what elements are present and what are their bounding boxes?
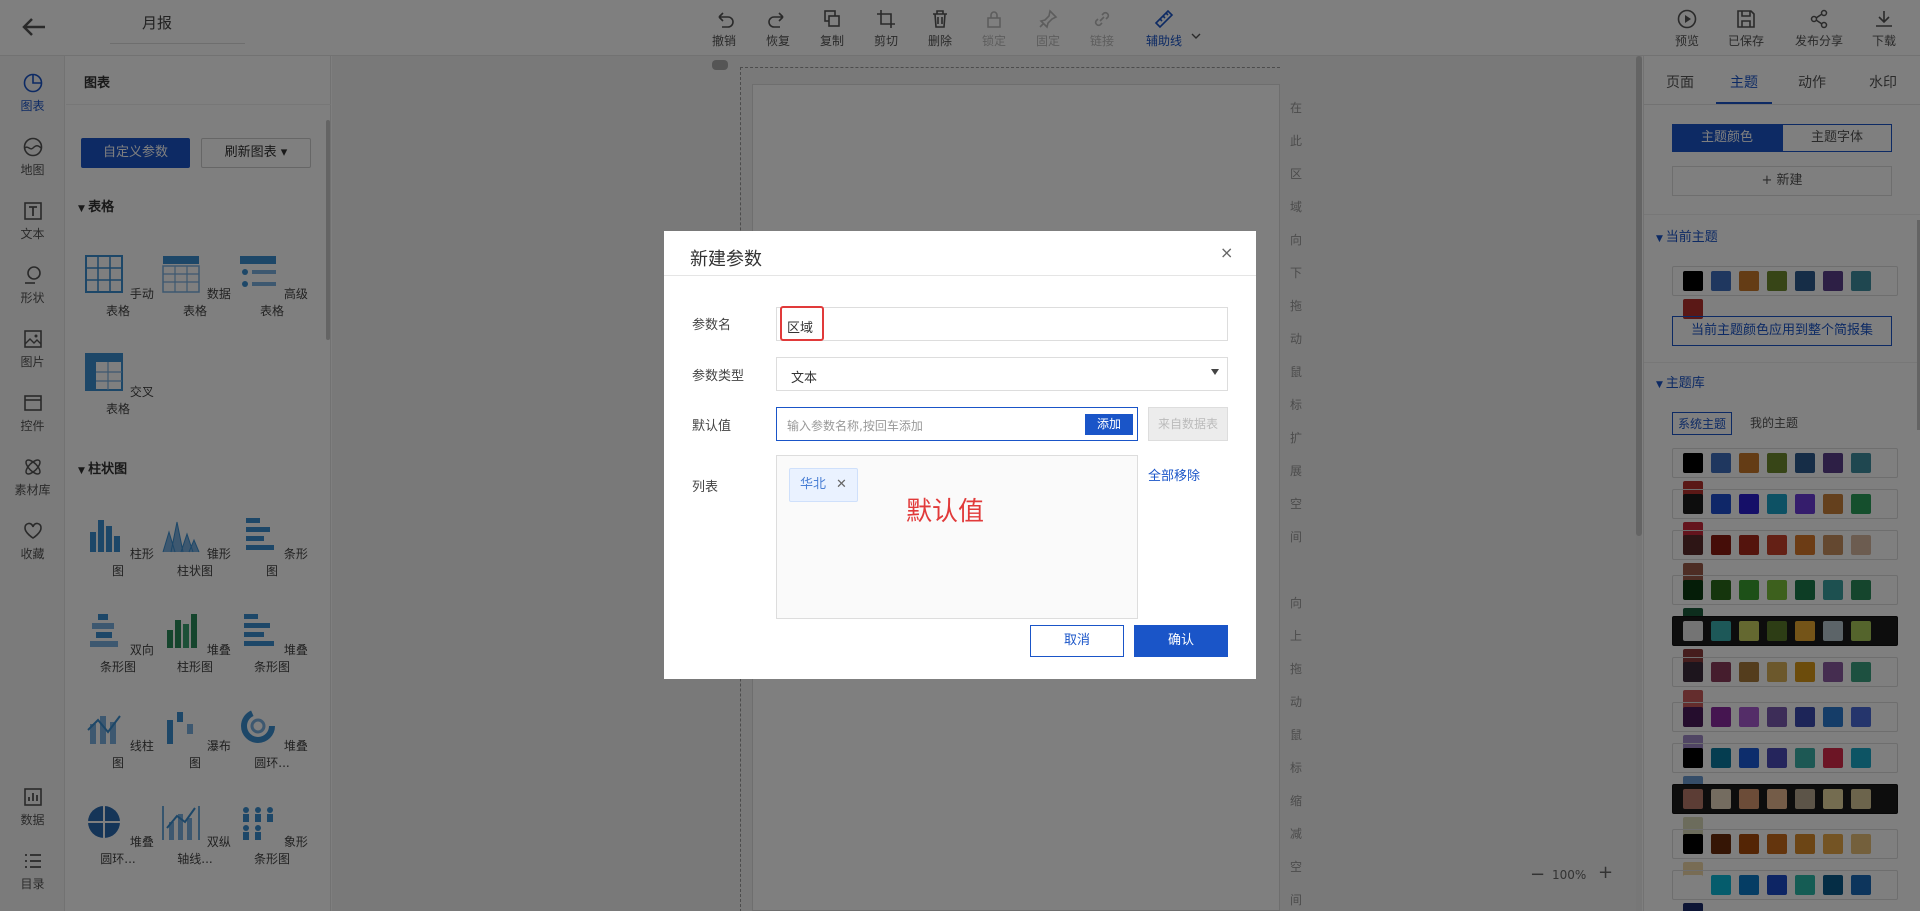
value-list-box[interactable]: 华北 ✕ xyxy=(776,455,1138,619)
tag-label: 华北 xyxy=(800,477,827,492)
new-parameter-dialog: 新建参数 × 参数名 区域 参数类型 文本 默认值 输入参数名称,按回车添加 添… xyxy=(664,231,1256,679)
list-tag[interactable]: 华北 ✕ xyxy=(789,468,858,502)
add-button[interactable]: 添加 xyxy=(1085,414,1133,435)
chevron-down-icon xyxy=(1211,369,1219,375)
confirm-button[interactable]: 确认 xyxy=(1134,625,1228,657)
from-table-button[interactable]: 来自数据表 xyxy=(1148,407,1228,441)
param-type-value: 文本 xyxy=(791,371,818,386)
param-name-input[interactable]: 区域 xyxy=(776,307,1228,341)
param-type-label: 参数类型 xyxy=(692,369,745,384)
default-value-placeholder: 输入参数名称,按回车添加 xyxy=(787,419,923,433)
remove-all-link[interactable]: 全部移除 xyxy=(1148,465,1200,484)
default-value-label: 默认值 xyxy=(692,419,732,434)
app-root: 月报 撤销 恢复 复制 剪切 删除 锁定 固定 xyxy=(0,0,1920,911)
param-name-label: 参数名 xyxy=(692,318,732,333)
dialog-header-divider xyxy=(664,275,1256,276)
close-icon[interactable]: × xyxy=(1220,243,1233,262)
tag-remove-icon[interactable]: ✕ xyxy=(836,477,847,492)
annotation-text: 默认值 xyxy=(906,497,985,527)
default-value-input[interactable]: 输入参数名称,按回车添加 添加 xyxy=(776,407,1138,441)
highlight-box xyxy=(780,306,824,341)
param-type-select[interactable]: 文本 xyxy=(776,357,1228,391)
list-label: 列表 xyxy=(692,480,719,495)
cancel-button[interactable]: 取消 xyxy=(1030,625,1124,657)
dialog-title: 新建参数 xyxy=(690,249,762,270)
